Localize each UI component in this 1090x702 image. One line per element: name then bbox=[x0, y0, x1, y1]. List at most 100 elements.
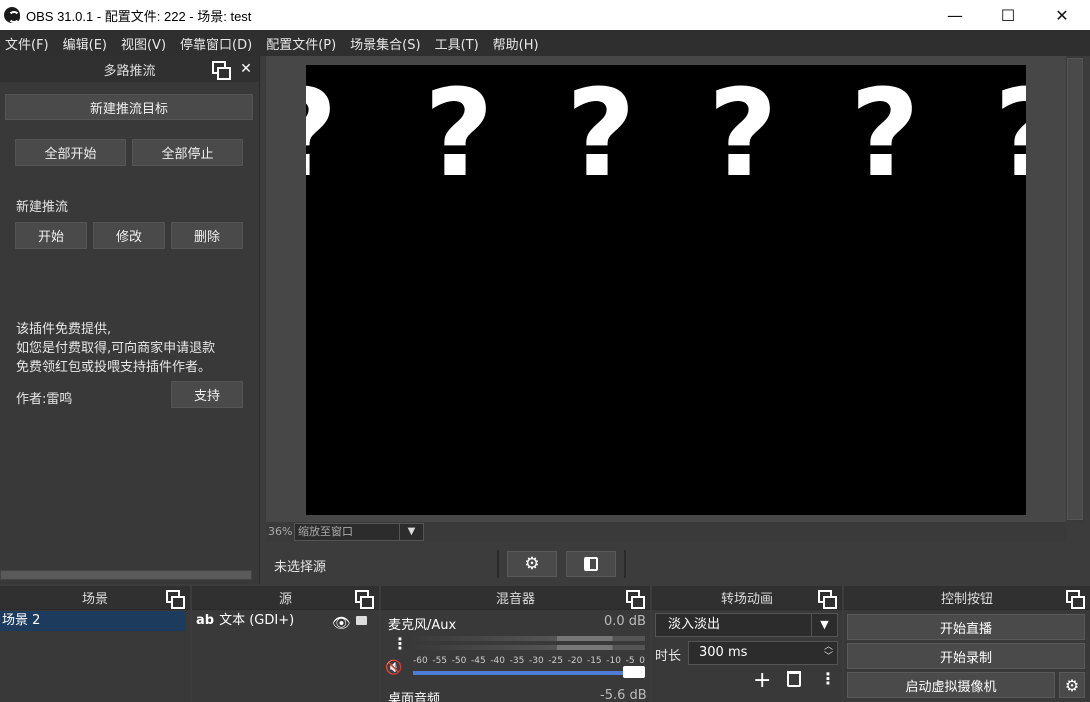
sources-dock: 源 ab 文本 (GDI+) 👁 bbox=[192, 586, 379, 702]
scene-list-item[interactable]: 场景 2 bbox=[0, 611, 186, 631]
chevron-down-icon: ▼ bbox=[399, 524, 423, 540]
start-streaming-button[interactable]: 开始直播 bbox=[847, 614, 1085, 640]
mixer-title: 混音器 bbox=[495, 592, 535, 607]
desktop-channel-db: -5.6 dB bbox=[600, 688, 647, 702]
float-dock-icon[interactable] bbox=[166, 590, 185, 609]
filter-icon bbox=[584, 557, 598, 571]
multistream-dock-title: 多路推流 bbox=[103, 63, 156, 79]
meter-scale: -60 -55 -50 -45 -40 -35 -30 -25 -20 -15 -10 -5 0 bbox=[413, 656, 645, 666]
obs-logo-icon bbox=[4, 7, 20, 23]
float-dock-icon[interactable] bbox=[212, 61, 231, 80]
stop-all-button[interactable]: 全部停止 bbox=[132, 139, 243, 166]
glyph-1: ? bbox=[306, 65, 338, 204]
menu-docks[interactable]: 停靠窗口(D) bbox=[175, 34, 261, 53]
mixer-dock-header: 混音器 bbox=[381, 586, 650, 610]
duration-spinbox[interactable]: 300 ms ︿ ﹀ bbox=[688, 641, 838, 665]
scenes-title: 场景 bbox=[81, 592, 108, 607]
zoom-mode-value: 缩放至窗口 bbox=[298, 525, 353, 538]
menu-bar: 文件(F) 编辑(E) 视图(V) 停靠窗口(D) 配置文件(P) 场景集合(S… bbox=[0, 30, 1090, 56]
spin-arrows-icon[interactable]: ︿ ﹀ bbox=[824, 642, 833, 662]
float-dock-icon[interactable] bbox=[818, 590, 837, 609]
dock-horizontal-scrollbar[interactable] bbox=[0, 570, 252, 580]
transitions-dock-header: 转场动画 bbox=[652, 586, 842, 610]
start-all-button[interactable]: 全部开始 bbox=[15, 139, 126, 166]
virtual-camera-settings-button[interactable]: ⚙ bbox=[1059, 672, 1085, 698]
menu-tools[interactable]: 工具(T) bbox=[430, 34, 488, 53]
multistream-dock-header: 多路推流 ✕ bbox=[0, 56, 259, 82]
menu-view[interactable]: 视图(V) bbox=[116, 34, 175, 53]
preview-vertical-scrollbar[interactable] bbox=[1066, 56, 1084, 522]
mixer-dock: 混音器 bbox=[381, 586, 650, 702]
lock-icon[interactable] bbox=[356, 616, 367, 625]
new-target-button[interactable]: 新建推流目标 bbox=[5, 94, 253, 120]
text-source-icon: ab bbox=[196, 613, 215, 628]
sources-title: 源 bbox=[278, 592, 292, 607]
new-stream-label: 新建推流 bbox=[16, 200, 69, 215]
desktop-channel-name: 桌面音频 bbox=[388, 692, 441, 702]
controls-title: 控制按钮 bbox=[940, 592, 993, 607]
close-button[interactable]: ✕ bbox=[1035, 0, 1089, 30]
minimize-button[interactable]: — bbox=[928, 0, 982, 30]
chevron-down-icon: ▼ bbox=[811, 614, 837, 636]
eye-icon[interactable]: 👁 bbox=[332, 613, 351, 633]
transitions-title: 转场动画 bbox=[720, 592, 773, 607]
menu-profile[interactable]: 配置文件(P) bbox=[261, 34, 345, 53]
glyph-5: ? bbox=[850, 65, 920, 204]
mic-volume-slider[interactable] bbox=[413, 666, 645, 678]
toolbar-separator bbox=[624, 550, 626, 578]
more-options-icon[interactable]: ⋮ bbox=[392, 634, 408, 653]
duration-value: 300 ms bbox=[699, 645, 748, 660]
menu-scene-collection[interactable]: 场景集合(S) bbox=[345, 34, 429, 53]
mic-meter-left bbox=[413, 636, 645, 641]
zoom-percent: 36% bbox=[268, 525, 293, 538]
stream-start-button[interactable]: 开始 bbox=[15, 222, 87, 249]
notice-line-3: 免费领红包或投喂支持插件作者。 bbox=[16, 360, 212, 375]
author-label: 作者:雷鸣 bbox=[16, 392, 73, 407]
transition-more-icon[interactable]: ⋮ bbox=[820, 669, 836, 688]
scenes-dock-header: 场景 bbox=[0, 586, 190, 610]
gear-icon: ⚙ bbox=[1064, 675, 1080, 695]
mute-icon[interactable]: 🔇 bbox=[385, 660, 402, 676]
menu-help[interactable]: 帮助(H) bbox=[488, 34, 548, 53]
source-list-item[interactable]: ab 文本 (GDI+) 👁 bbox=[196, 611, 376, 633]
preview-canvas[interactable]: ? ? ? ? ? ? bbox=[306, 65, 1026, 515]
notice-line-1: 该插件免费提供, bbox=[16, 322, 112, 337]
close-dock-icon[interactable]: ✕ bbox=[238, 61, 254, 77]
notice-line-2: 如您是付费取得,可向商家申请退款 bbox=[16, 341, 216, 356]
stream-delete-button[interactable]: 删除 bbox=[171, 222, 243, 249]
mic-channel-db: 0.0 dB bbox=[604, 614, 646, 629]
source-filters-button[interactable] bbox=[566, 551, 616, 577]
float-dock-icon[interactable] bbox=[355, 590, 374, 609]
slider-handle[interactable] bbox=[623, 666, 645, 678]
window-title: OBS 31.0.1 - 配置文件: 222 - 场景: test bbox=[26, 8, 252, 24]
float-dock-icon[interactable] bbox=[1066, 590, 1085, 609]
toolbar-separator bbox=[497, 550, 499, 578]
glyph-6: ? bbox=[994, 65, 1026, 204]
glyph-4: ? bbox=[708, 65, 778, 204]
no-source-label: 未选择源 bbox=[274, 560, 327, 575]
float-dock-icon[interactable] bbox=[626, 590, 645, 609]
stream-edit-button[interactable]: 修改 bbox=[93, 222, 165, 249]
sources-dock-header: 源 bbox=[192, 586, 379, 610]
multistream-dock: 多路推流 ✕ 新建推流目标 全部开始 全部停止 新建推流 开始 修改 删除 该插… bbox=[0, 56, 260, 584]
support-button[interactable]: 支持 bbox=[171, 381, 243, 408]
mic-meter-right bbox=[413, 645, 645, 650]
maximize-button[interactable]: ☐ bbox=[981, 0, 1035, 30]
trash-icon[interactable] bbox=[787, 671, 801, 687]
source-name: 文本 (GDI+) bbox=[219, 613, 295, 628]
controls-dock-header: 控制按钮 bbox=[844, 586, 1090, 610]
transition-select[interactable]: 淡入淡出 ▼ bbox=[655, 613, 838, 637]
zoom-mode-select[interactable]: 缩放至窗口 ▼ bbox=[294, 523, 424, 541]
source-properties-button[interactable]: ⚙ bbox=[507, 551, 557, 577]
add-transition-icon[interactable]: + bbox=[753, 668, 771, 693]
start-virtual-camera-button[interactable]: 启动虚拟摄像机 bbox=[847, 672, 1055, 698]
start-recording-button[interactable]: 开始录制 bbox=[847, 643, 1085, 669]
title-bar: OBS 31.0.1 - 配置文件: 222 - 场景: test — ☐ ✕ bbox=[0, 0, 1090, 30]
menu-file[interactable]: 文件(F) bbox=[0, 34, 58, 53]
transition-value: 淡入淡出 bbox=[668, 617, 721, 632]
menu-edit[interactable]: 编辑(E) bbox=[58, 34, 116, 53]
duration-label: 时长 bbox=[655, 649, 682, 664]
question-mark-pattern: ? ? ? ? ? ? bbox=[306, 65, 1026, 204]
mic-channel-name: 麦克风/Aux bbox=[388, 618, 457, 633]
scenes-dock: 场景 场景 2 bbox=[0, 586, 190, 702]
